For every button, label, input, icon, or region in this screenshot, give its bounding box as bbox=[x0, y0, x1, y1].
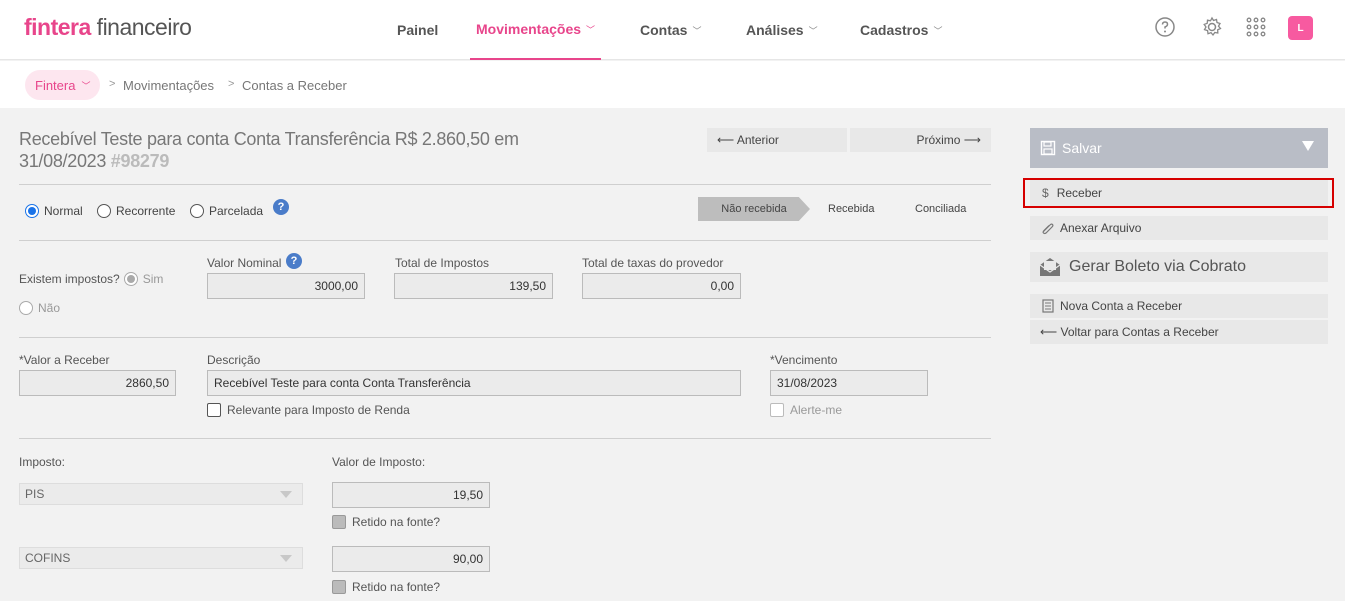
apps-grid-icon[interactable] bbox=[1245, 16, 1267, 38]
total-taxas-label: Total de taxas do provedor bbox=[582, 256, 724, 270]
chevron-down-icon: ﹀ bbox=[933, 25, 943, 36]
anexar-arquivo-button[interactable]: Anexar Arquivo bbox=[1030, 216, 1328, 240]
gerar-boleto-button[interactable]: Gerar Boleto via Cobrato bbox=[1030, 252, 1328, 282]
previous-button[interactable]: ⟵ Anterior bbox=[707, 128, 847, 152]
nav-movimentacoes[interactable]: Movimentações ﹀ bbox=[470, 0, 602, 60]
breadcrumb-separator-icon: > bbox=[228, 78, 235, 90]
nav-painel[interactable]: Painel bbox=[397, 0, 438, 60]
status-nao-recebida: Não recebida bbox=[698, 197, 810, 221]
chevron-down-icon: ﹀ bbox=[808, 25, 818, 36]
retido-fonte-checkbox[interactable]: Retido na fonte? bbox=[332, 580, 440, 594]
descricao-field[interactable]: Recebível Teste para conta Conta Transfe… bbox=[207, 370, 741, 396]
divider bbox=[19, 438, 991, 439]
impostos-question: Existem impostos? Sim bbox=[19, 272, 164, 286]
help-icon[interactable] bbox=[1154, 16, 1176, 38]
help-icon[interactable]: ? bbox=[286, 253, 302, 269]
divider bbox=[19, 240, 991, 241]
next-button[interactable]: Próximo ⟶ bbox=[850, 128, 991, 152]
nova-conta-button[interactable]: Nova Conta a Receber bbox=[1030, 294, 1328, 318]
dropdown-arrow-icon bbox=[280, 491, 292, 498]
nav-contas[interactable]: Contas ﹀ bbox=[640, 0, 701, 60]
relevante-ir-checkbox[interactable]: Relevante para Imposto de Renda bbox=[207, 403, 410, 417]
total-impostos-label: Total de Impostos bbox=[395, 256, 490, 270]
top-navbar: fintera financeiro Painel Movimentações ﹀… bbox=[0, 0, 1345, 60]
breadcrumb-separator-icon: > bbox=[109, 78, 116, 90]
breadcrumb: Fintera ﹀ > Movimentações > Contas a Rece… bbox=[0, 61, 1345, 108]
divider bbox=[19, 337, 991, 338]
valor-imposto-field[interactable]: 90,00 bbox=[332, 546, 490, 572]
envelope-icon bbox=[1039, 258, 1061, 276]
chevron-down-icon: ﹀ bbox=[81, 80, 91, 91]
help-icon[interactable]: ? bbox=[273, 199, 289, 215]
avatar[interactable]: L bbox=[1288, 16, 1313, 40]
brand-logo[interactable]: fintera financeiro bbox=[24, 14, 192, 41]
radio-recorrente[interactable]: Recorrente bbox=[97, 204, 175, 218]
gear-icon[interactable] bbox=[1201, 16, 1223, 38]
alerte-me-checkbox[interactable]: Alerte-me bbox=[770, 403, 842, 417]
breadcrumb-item: Contas a Receber bbox=[242, 78, 347, 93]
status-conciliada: Conciliada bbox=[915, 203, 967, 215]
imposto-select[interactable]: COFINS bbox=[19, 547, 303, 569]
vencimento-field[interactable]: 31/08/2023 bbox=[770, 370, 928, 396]
chevron-down-icon: ﹀ bbox=[586, 24, 596, 35]
voltar-button[interactable]: ⟵ Voltar para Contas a Receber bbox=[1030, 320, 1328, 344]
descricao-label: Descrição bbox=[207, 353, 261, 367]
vencimento-label: *Vencimento bbox=[770, 353, 838, 367]
valor-receber-label: *Valor a Receber bbox=[19, 353, 110, 367]
document-icon bbox=[1042, 299, 1054, 313]
save-button[interactable]: Salvar bbox=[1030, 128, 1328, 168]
total-impostos-field[interactable]: 139,50 bbox=[394, 273, 553, 299]
valor-receber-field[interactable]: 2860,50 bbox=[19, 370, 176, 396]
retido-fonte-checkbox[interactable]: Retido na fonte? bbox=[332, 515, 440, 529]
nav-analises[interactable]: Análises ﹀ bbox=[746, 0, 818, 60]
valor-nominal-field[interactable]: 3000,00 bbox=[207, 273, 365, 299]
total-taxas-field[interactable]: 0,00 bbox=[582, 273, 741, 299]
radio-impostos-nao[interactable]: Não bbox=[19, 301, 60, 315]
paperclip-icon bbox=[1042, 223, 1054, 235]
status-recebida: Recebida bbox=[828, 203, 875, 215]
chevron-down-icon: ﹀ bbox=[692, 25, 702, 36]
divider bbox=[19, 184, 991, 185]
valor-imposto-field[interactable]: 19,50 bbox=[332, 482, 490, 508]
page-title: Recebível Teste para conta Conta Transfe… bbox=[19, 129, 519, 171]
valor-imposto-label: Valor de Imposto: bbox=[332, 455, 426, 469]
radio-normal[interactable]: Normal bbox=[25, 204, 83, 218]
imposto-label: Imposto: bbox=[19, 455, 66, 469]
imposto-select[interactable]: PIS bbox=[19, 483, 303, 505]
nav-cadastros[interactable]: Cadastros ﹀ bbox=[860, 0, 942, 60]
breadcrumb-item[interactable]: Movimentações bbox=[123, 78, 214, 93]
valor-nominal-label: Valor Nominal bbox=[207, 256, 282, 270]
dropdown-arrow-icon[interactable] bbox=[1302, 141, 1314, 151]
dropdown-arrow-icon bbox=[280, 555, 292, 562]
floppy-disk-icon bbox=[1040, 140, 1056, 156]
highlight-box bbox=[1023, 178, 1334, 208]
radio-parcelada[interactable]: Parcelada bbox=[190, 204, 263, 218]
breadcrumb-root[interactable]: Fintera ﹀ bbox=[25, 70, 101, 100]
record-id: #98279 bbox=[110, 151, 170, 171]
